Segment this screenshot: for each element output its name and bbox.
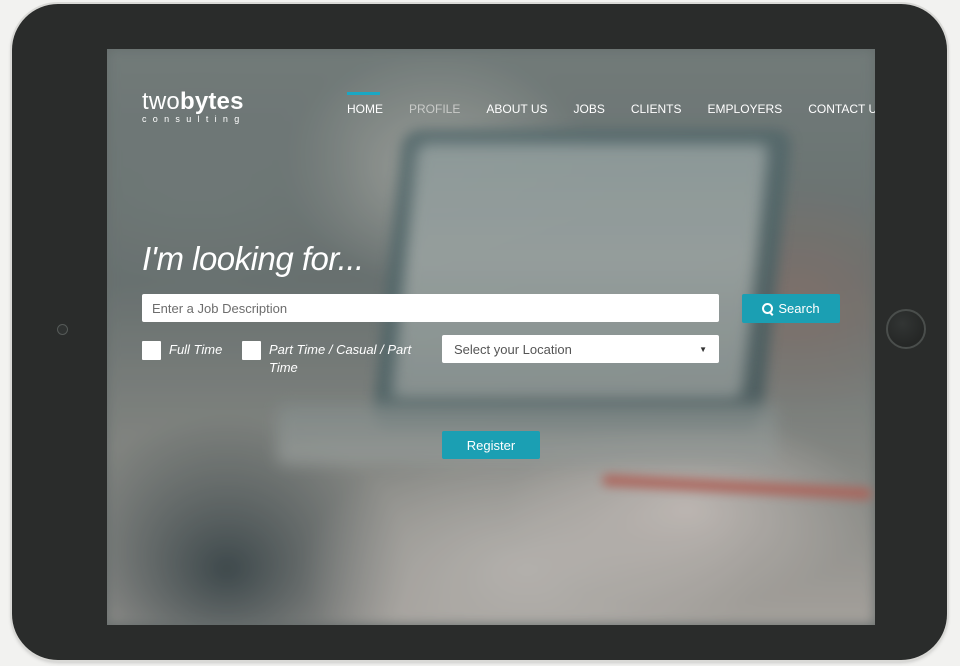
search-icon	[762, 302, 774, 315]
caret-down-icon: ▼	[699, 344, 707, 354]
full-time-checkbox[interactable]	[142, 341, 161, 360]
hero-title: I'm looking for...	[142, 240, 364, 277]
logo-word-light: two	[142, 88, 180, 115]
location-select-value: Select your Location	[454, 341, 572, 357]
job-description-input[interactable]	[142, 294, 719, 322]
nav-home[interactable]: HOME	[347, 92, 383, 116]
brand-logo[interactable]: twobytes consulting	[142, 89, 246, 125]
main-nav: HOME PROFILE ABOUT US JOBS CLIENTS EMPLO…	[347, 92, 875, 116]
search-button-label: Search	[778, 301, 820, 316]
logo-word-bold: bytes	[179, 88, 244, 115]
part-time-option[interactable]: Part Time / Casual / Part Time	[242, 341, 417, 377]
page-content: twobytes consulting HOME PROFILE ABOUT U…	[107, 49, 875, 625]
nav-profile[interactable]: PROFILE	[409, 92, 460, 116]
home-button[interactable]	[886, 309, 926, 349]
search-button[interactable]: Search	[742, 294, 840, 323]
tablet-frame: twobytes consulting HOME PROFILE ABOUT U…	[12, 4, 947, 660]
part-time-checkbox[interactable]	[242, 341, 261, 360]
nav-employers[interactable]: EMPLOYERS	[708, 92, 783, 116]
screen: twobytes consulting HOME PROFILE ABOUT U…	[107, 49, 875, 625]
logo-wordmark: twobytes	[142, 89, 246, 115]
camera-icon	[57, 324, 68, 335]
part-time-label: Part Time / Casual / Part Time	[269, 342, 412, 375]
location-select[interactable]: Select your Location ▼	[442, 335, 719, 363]
full-time-option[interactable]: Full Time	[142, 341, 222, 360]
nav-contact-us[interactable]: CONTACT US	[808, 92, 875, 116]
nav-jobs[interactable]: JOBS	[573, 92, 604, 116]
register-button[interactable]: Register	[442, 431, 540, 459]
logo-tagline: consulting	[142, 114, 246, 124]
full-time-label: Full Time	[169, 342, 223, 357]
nav-about-us[interactable]: ABOUT US	[486, 92, 547, 116]
nav-clients[interactable]: CLIENTS	[631, 92, 682, 116]
